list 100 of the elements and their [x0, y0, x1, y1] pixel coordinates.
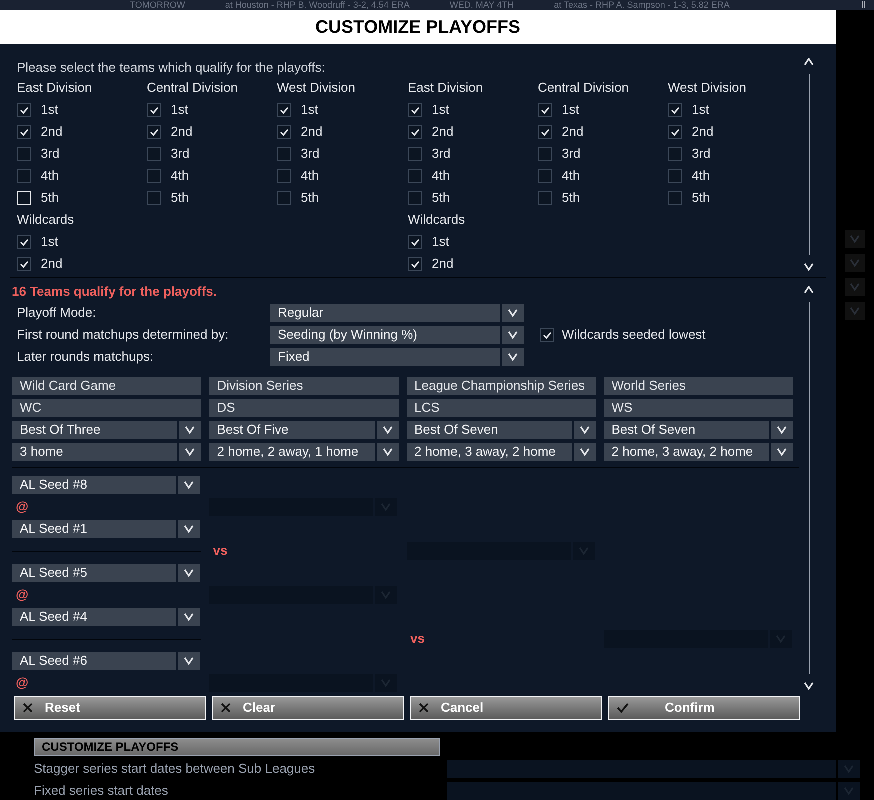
check-icon: [540, 106, 550, 114]
dialog-button[interactable]: Confirm: [608, 696, 800, 720]
setting-label: Playoff Mode:: [17, 304, 98, 322]
checkbox[interactable]: [277, 125, 291, 139]
round-name: Division Series: [209, 377, 398, 395]
place-label: 1st: [171, 101, 188, 120]
matchup-mark: vs: [410, 630, 426, 648]
place-label: 3rd: [171, 145, 190, 164]
round-abbr-field[interactable]: LCS: [406, 399, 596, 417]
filter-text: ll: [862, 0, 866, 10]
place-label: 3rd: [562, 145, 581, 164]
checkbox[interactable]: [17, 103, 31, 117]
dialog-title: CUSTOMIZE PLAYOFFS: [315, 16, 521, 38]
check-icon: [20, 128, 28, 136]
place-label: 1st: [301, 101, 318, 120]
check-icon: [670, 106, 680, 114]
checkbox[interactable]: [277, 169, 291, 183]
round-abbr-field[interactable]: DS: [209, 399, 398, 417]
checkbox[interactable]: [147, 147, 161, 161]
schedule-text: WED. MAY 4TH: [450, 0, 514, 10]
checkbox[interactable]: [538, 125, 552, 139]
round-abbr-field[interactable]: WS: [604, 399, 793, 417]
dropdown-arrow-button[interactable]: [845, 278, 865, 296]
place-label: 5th: [562, 189, 580, 208]
close-icon: [221, 703, 231, 713]
checkbox[interactable]: [538, 103, 552, 117]
dropdown-arrow-button[interactable]: [845, 302, 865, 320]
checkbox[interactable]: [668, 169, 682, 183]
place-label: 1st: [562, 101, 580, 120]
check-icon: [20, 238, 28, 246]
schedule-text: at Houston - RHP B. Woodruff - 3-2, 4.54 ERA: [225, 0, 410, 10]
dropdown-arrow-button[interactable]: [845, 230, 865, 248]
checkbox[interactable]: [277, 103, 291, 117]
place-label: 2nd: [432, 255, 454, 274]
checkbox[interactable]: [277, 147, 291, 161]
round-abbr-field[interactable]: WC: [12, 399, 202, 417]
chevron-up-icon[interactable]: [804, 58, 814, 66]
division-heading: East Division: [17, 78, 94, 97]
matchup-mark: @: [15, 498, 30, 516]
place-label: 2nd: [301, 123, 323, 142]
checkbox[interactable]: [668, 191, 682, 205]
dialog-button[interactable]: Clear: [212, 696, 404, 720]
place-label: 5th: [171, 189, 190, 208]
matchup-mark: @: [15, 586, 30, 604]
place-label: 5th: [432, 189, 450, 208]
check-icon: [410, 260, 420, 268]
checkbox[interactable]: [408, 257, 422, 271]
division-heading: West Division: [277, 78, 357, 97]
check-icon: [150, 128, 158, 136]
place-label: 1st: [41, 233, 58, 252]
place-label: 2nd: [41, 123, 63, 142]
section-header: CUSTOMIZE PLAYOFFS: [34, 738, 440, 756]
checkbox[interactable]: [408, 125, 422, 139]
checkbox[interactable]: [408, 169, 422, 183]
checkbox[interactable]: [17, 257, 31, 271]
place-label: 5th: [692, 189, 710, 208]
place-label: 3rd: [301, 145, 320, 164]
place-label: 2nd: [562, 123, 584, 142]
checkbox[interactable]: [147, 103, 161, 117]
checkbox[interactable]: [17, 125, 31, 139]
check-icon: [670, 128, 680, 136]
division-heading: Central Division: [538, 78, 630, 97]
place-label: 5th: [41, 189, 60, 208]
round-name: World Series: [604, 377, 793, 395]
place-label: 2nd: [171, 123, 193, 142]
checkbox[interactable]: [277, 191, 291, 205]
checkbox[interactable]: [147, 169, 161, 183]
checkbox[interactable]: [147, 191, 161, 205]
place-label: 1st: [432, 101, 450, 120]
matchup-mark: vs: [212, 542, 229, 560]
schedule-text: at Texas - RHP A. Sampson - 1-3, 5.82 ERA: [554, 0, 730, 10]
checkbox[interactable]: [17, 147, 31, 161]
checkbox[interactable]: [17, 235, 31, 249]
checkbox[interactable]: [408, 103, 422, 117]
checkbox[interactable]: [408, 235, 422, 249]
option-label: Wildcards seeded lowest: [562, 326, 706, 344]
check-icon: [410, 128, 420, 136]
place-label: 1st: [692, 101, 710, 120]
dialog-button[interactable]: Reset: [14, 696, 206, 720]
checkbox[interactable]: [538, 147, 552, 161]
check-icon: [150, 106, 158, 114]
checkbox[interactable]: [147, 125, 161, 139]
checkbox[interactable]: [540, 328, 554, 342]
matchup-mark: @: [15, 674, 30, 692]
checkbox[interactable]: [17, 169, 31, 183]
checkbox[interactable]: [538, 191, 552, 205]
checkbox[interactable]: [668, 125, 682, 139]
checkbox[interactable]: [538, 169, 552, 183]
place-label: 2nd: [432, 123, 454, 142]
dropdown-arrow-button[interactable]: [845, 254, 865, 272]
checkbox[interactable]: [668, 147, 682, 161]
checkbox[interactable]: [408, 147, 422, 161]
place-label: 4th: [432, 167, 450, 186]
checkbox[interactable]: [408, 191, 422, 205]
chevron-up-icon[interactable]: [804, 286, 814, 294]
place-label: 3rd: [692, 145, 711, 164]
dialog-button[interactable]: Cancel: [410, 696, 602, 720]
checkbox[interactable]: [668, 103, 682, 117]
check-icon: [542, 332, 552, 338]
place-label: 5th: [301, 189, 320, 208]
